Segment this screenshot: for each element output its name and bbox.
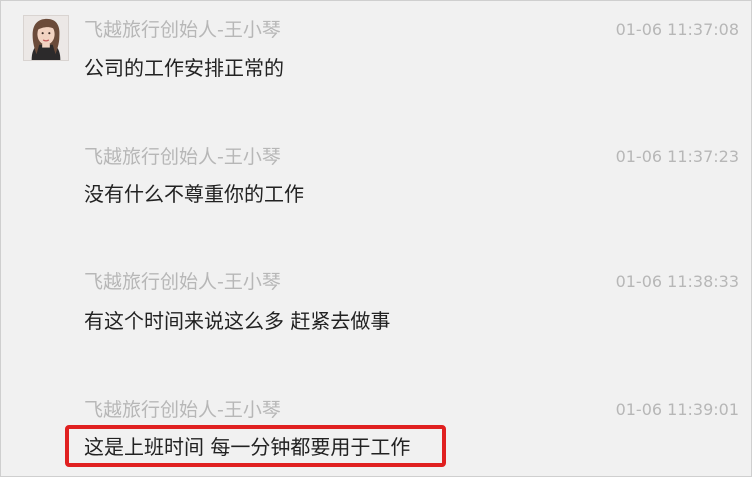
red-highlight-box (65, 425, 446, 467)
chat-history-panel: 飞越旅行创始人-王小琴 01-06 11:37:08 公司的工作安排正常的 飞越… (0, 0, 752, 477)
sender-name[interactable]: 飞越旅行创始人-王小琴 (84, 17, 281, 43)
sender-name[interactable]: 飞越旅行创始人-王小琴 (84, 397, 281, 423)
message-timestamp: 01-06 11:39:01 (615, 400, 739, 419)
message-timestamp: 01-06 11:37:23 (615, 147, 739, 166)
message-timestamp: 01-06 11:37:08 (615, 20, 739, 39)
sender-name[interactable]: 飞越旅行创始人-王小琴 (84, 144, 281, 170)
message-text: 有这个时间来说这么多 赶紧去做事 (84, 309, 391, 333)
avatar-portrait-icon (24, 16, 68, 60)
sender-avatar[interactable] (23, 15, 69, 61)
message-timestamp: 01-06 11:38:33 (615, 272, 739, 291)
message-text: 没有什么不尊重你的工作 (84, 182, 304, 206)
message-text: 公司的工作安排正常的 (84, 56, 284, 80)
sender-name[interactable]: 飞越旅行创始人-王小琴 (84, 269, 281, 295)
